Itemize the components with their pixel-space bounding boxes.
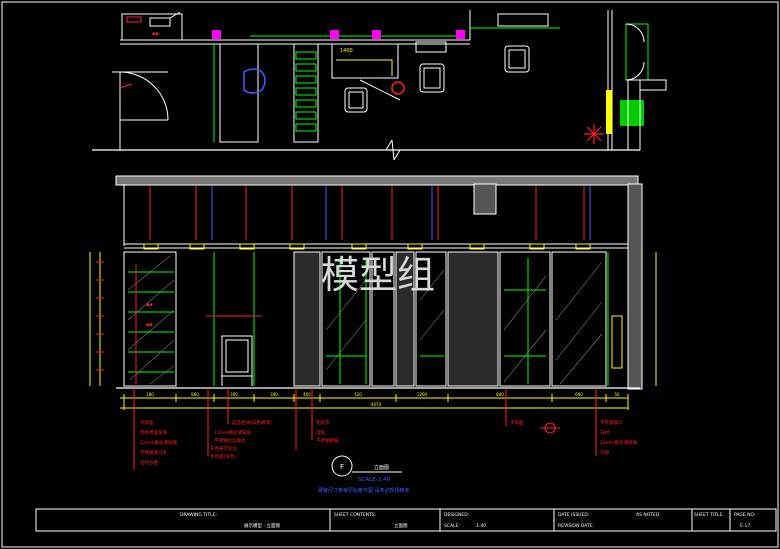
dim-label: 840	[496, 392, 504, 397]
page-label: PAGE NO:	[734, 512, 756, 518]
elevation-view: ▪▪ ▪▪ 模型组 180 860 300 340 400 120 1200 8…	[89, 175, 657, 410]
note-right: 12mm钢化清玻璃	[600, 439, 637, 446]
annotation-leaders: 木饰面 黑色烤漆玻璃 12mm钢化清玻璃 不锈钢收口条 石材台面 成品柜体(白色…	[133, 388, 637, 470]
dim-label: 180	[146, 392, 154, 397]
section-note: 硬装尺寸参考原始条件图 请务必现场核实	[318, 487, 410, 494]
note-left: 12mm钢化清玻璃	[140, 439, 177, 446]
svg-text:▪▪: ▪▪	[152, 31, 159, 37]
drawing-title-value: 展示模型 - 立面图	[244, 522, 280, 529]
note-left: 黑色烤漆玻璃	[140, 429, 167, 436]
dim-label: 300	[230, 392, 238, 397]
total-dim-label: 4070	[371, 402, 382, 407]
note-right: 不锈钢收口	[600, 419, 623, 426]
plan-tag: 1400	[340, 48, 353, 54]
revision-label: REVISION DATE:	[558, 523, 594, 529]
section-symbol: F	[340, 463, 344, 471]
date-label: DATE ISSUED:	[558, 512, 589, 518]
date-value: AS NOTED	[636, 512, 660, 518]
note-middle: 灰色布艺软包	[210, 445, 237, 452]
sheet-title-label: SHEET TITLE:	[694, 512, 724, 518]
plant-symbol	[584, 124, 604, 144]
designed-label: DESIGNED:	[444, 512, 469, 518]
scale-label: SCALE:	[444, 523, 460, 529]
title-block: DRAWING TITLE: 展示模型 - 立面图 SHEET CONTENTS…	[35, 508, 777, 532]
note-middle: 不锈钢拉丝收边	[214, 437, 246, 444]
note-right-a: 木饰面	[510, 419, 524, 426]
note-right: 石材	[600, 429, 609, 436]
note-middle: 12mm钢化清玻璃	[214, 429, 251, 436]
dim-label: 50	[614, 392, 620, 397]
note-center: 墙纸	[316, 429, 325, 436]
section-callout: F 立面图 SCALE-1:40 硬装尺寸参考原始条件图 请务必现场核实	[318, 455, 410, 494]
note-center: 不锈钢踢脚	[316, 437, 339, 444]
elevation-dimension-labels: 180 860 300 340 400 120 1200 840 600 50 …	[146, 392, 620, 407]
page-value: E-17	[740, 523, 750, 529]
dim-label: 860	[191, 392, 199, 397]
dim-label: 120	[354, 392, 362, 397]
note-middle: 成品柜体(白色烤漆)	[232, 419, 272, 426]
note-left: 石材台面	[140, 459, 158, 466]
svg-text:▪▪: ▪▪	[146, 322, 153, 328]
dim-label: 400	[303, 392, 311, 397]
section-scale: SCALE-1:40	[358, 477, 390, 483]
svg-text:▪▪: ▪▪	[146, 302, 153, 308]
note-middle: 木饰面(深色)	[210, 453, 236, 460]
dim-label: 600	[575, 392, 583, 397]
floor-plan: ▪▪ 1400	[92, 10, 667, 161]
section-label: 立面图	[374, 464, 389, 471]
note-left: 木饰面	[140, 419, 154, 426]
dim-label: 340	[270, 392, 278, 397]
cad-drawing: ▪▪ 1400 ▪▪ ▪▪ 模型组 180 860 300 340 400 12…	[1, 1, 779, 548]
note-left: 不锈钢收口条	[140, 449, 167, 456]
dim-label: 1200	[417, 392, 428, 397]
note-center: 乳胶漆	[316, 419, 330, 426]
sheet-contents-value: 立面图	[394, 522, 408, 529]
note-right: 灰镜	[600, 449, 609, 456]
watermark-text: 模型组	[321, 253, 435, 297]
drawing-title-label: DRAWING TITLE:	[180, 512, 217, 518]
sheet-contents-label: SHEET CONTENTS:	[334, 512, 376, 518]
scale-value: 1:40	[476, 523, 486, 529]
